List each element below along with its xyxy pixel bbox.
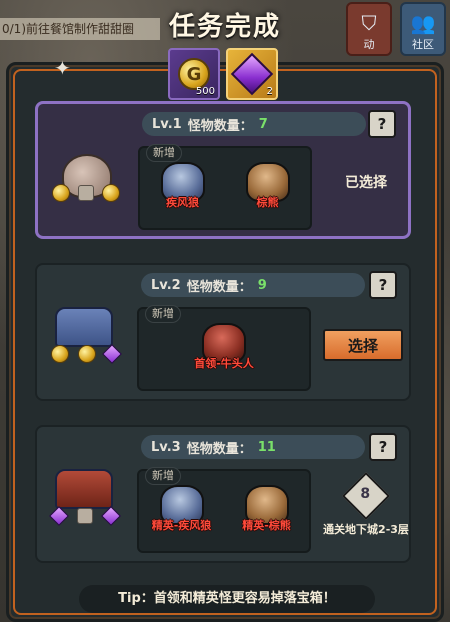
task-complete-dialog: Lv.1 怪物数量： 7 ? 新增 疾风狼 棕熊 已选择 Lv.2 怪物数量： … bbox=[6, 62, 444, 622]
reward-gem: 2 bbox=[226, 48, 278, 100]
new-monsters-box: 新增 精英-疾风狼 精英-棕熊 bbox=[137, 467, 311, 553]
option-card-lv3[interactable]: Lv.3 怪物数量： 11 ? 新增 精英-疾风狼 精英-棕熊 8 通关地下城2… bbox=[35, 425, 411, 563]
reward-count: 500 bbox=[195, 86, 215, 97]
monster-count-label: 怪物数量： bbox=[186, 279, 252, 295]
monster-count-label: 怪物数量： bbox=[186, 441, 252, 457]
level-label: Lv.3 bbox=[151, 439, 181, 455]
monster-count: 9 bbox=[257, 277, 267, 293]
monster-elite-bear: 精英-棕熊 bbox=[232, 485, 302, 532]
monster-name: 棕熊 bbox=[256, 196, 279, 209]
lock-badge-icon: 8 bbox=[341, 471, 391, 521]
unlock-requirement: 8 通关地下城2-3层 bbox=[321, 471, 411, 537]
monster-count: 7 bbox=[258, 116, 268, 132]
tip-text: Tip：首领和精英怪更容易掉落宝箱！ bbox=[79, 585, 375, 613]
monster-name: 精英-棕熊 bbox=[242, 519, 291, 532]
new-tag: 新增 bbox=[145, 305, 181, 323]
monster-name: 首领-牛头人 bbox=[194, 357, 254, 370]
new-tag: 新增 bbox=[145, 467, 181, 485]
new-monsters-box: 新增 疾风狼 棕熊 bbox=[138, 144, 312, 230]
new-monsters-box: 新增 首领-牛头人 bbox=[137, 305, 311, 391]
dialog-title: 任务完成 bbox=[168, 12, 281, 42]
monster-name: 疾风狼 bbox=[166, 196, 199, 209]
option-card-lv1[interactable]: Lv.1 怪物数量： 7 ? 新增 疾风狼 棕熊 已选择 bbox=[35, 101, 411, 239]
monster-name: 精英-疾风狼 bbox=[151, 519, 212, 532]
level-bar: Lv.1 怪物数量： 7 bbox=[142, 112, 366, 136]
help-button[interactable]: ? bbox=[368, 110, 396, 138]
level-bar: Lv.2 怪物数量： 9 bbox=[141, 273, 365, 297]
level-label: Lv.1 bbox=[152, 116, 182, 132]
level-label: Lv.2 bbox=[151, 277, 181, 293]
help-button[interactable]: ? bbox=[369, 271, 397, 299]
choose-button[interactable]: 选择 bbox=[323, 329, 403, 361]
reward-count: 2 bbox=[266, 86, 273, 97]
monster-wolf: 疾风狼 bbox=[148, 162, 218, 209]
monster-elite-wolf: 精英-疾风狼 bbox=[147, 485, 217, 532]
monster-count: 11 bbox=[257, 439, 276, 455]
chest-icon bbox=[47, 299, 123, 371]
selected-status: 已选择 bbox=[345, 175, 387, 191]
monster-count-label: 怪物数量： bbox=[187, 118, 253, 134]
new-tag: 新增 bbox=[146, 144, 182, 162]
monster-minotaur: 首领-牛头人 bbox=[189, 323, 259, 370]
loot-sack-icon bbox=[48, 138, 124, 210]
monster-bear: 棕熊 bbox=[233, 162, 303, 209]
sparkle-icon: ✦ bbox=[54, 56, 71, 80]
level-bar: Lv.3 怪物数量： 11 bbox=[141, 435, 365, 459]
option-card-lv2[interactable]: Lv.2 怪物数量： 9 ? 新增 首领-牛头人 选择 bbox=[35, 263, 411, 401]
reward-gold: G 500 bbox=[168, 48, 220, 100]
unlock-text: 通关地下城2-3层 bbox=[323, 523, 409, 536]
chest-icon bbox=[47, 461, 123, 533]
reward-strip: G 500 2 bbox=[168, 48, 284, 104]
help-button[interactable]: ? bbox=[369, 433, 397, 461]
